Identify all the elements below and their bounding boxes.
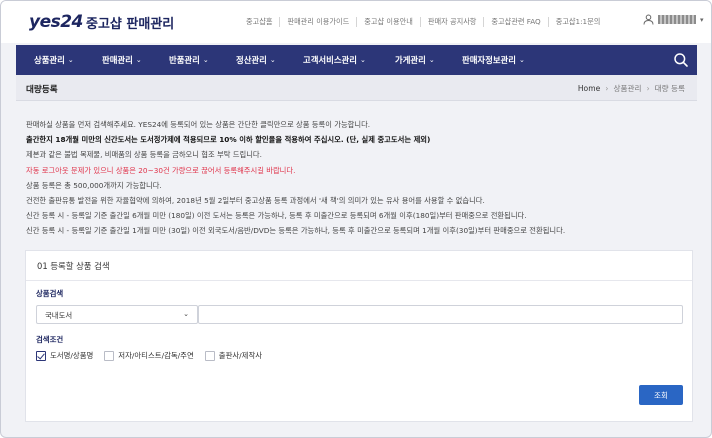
notice-line: 건전한 출판유통 발전을 위한 자율협약에 의하여, 2018년 5월 2일부터…	[26, 196, 485, 206]
notice-line: 판매하실 상품을 먼저 검색해주세요. YES24에 등록되어 있는 상품은 간…	[26, 120, 371, 129]
search-input[interactable]	[198, 305, 683, 324]
nav-item-settlement[interactable]: 정산관리 ⌄	[236, 54, 276, 66]
notice-line-warning: 자동 로그아웃 문제가 있으니 상품은 20~30건 가량으로 끊어서 등록해주…	[26, 165, 296, 175]
checkbox[interactable]	[104, 350, 115, 361]
notice-line-bold: 출간한지 18개월 미만의 신간도서는 도서정가제에 적용되므로 10% 이하 …	[26, 135, 431, 145]
condition-publisher[interactable]: 출판사/제작사	[204, 350, 263, 361]
main-nav: 상품관리 ⌄ 판매관리 ⌄ 반품관리 ⌄ 정산관리 ⌄ 고객서비스관리 ⌄ 가게관리 ⌄ 판…	[16, 45, 697, 75]
notice-line: 상품 등록은 총 500,000개까지 가능합니다.	[26, 180, 162, 190]
product-search-label: 상품검색	[36, 289, 64, 298]
nav-item-sales[interactable]: 판매관리 ⌄	[102, 54, 142, 66]
top-header: yes24 중고샵 판매관리 중고샵홈 판매관리 이용가이드 중고샵 이용안내 …	[1, 1, 711, 43]
search-submit-button[interactable]: 조회	[639, 385, 683, 405]
nav-item-seller-info[interactable]: 판매자정보관리 ⌄	[462, 54, 525, 66]
nav-item-label: 반품관리	[169, 55, 200, 65]
nav-item-product[interactable]: 상품관리 ⌄	[34, 54, 74, 66]
breadcrumb: Home › 상품관리 › 대량 등록	[578, 83, 685, 94]
chevron-down-icon: ⌄	[428, 56, 435, 64]
nav-item-label: 판매관리	[102, 55, 133, 65]
chevron-right-icon: ›	[605, 84, 609, 93]
nav-item-returns[interactable]: 반품관리 ⌄	[169, 54, 209, 66]
yes24-logo[interactable]: yes24	[29, 12, 83, 32]
category-select[interactable]: 국내도서 ⌄	[36, 305, 198, 324]
panel-title: 01 등록할 상품 검색	[37, 261, 110, 271]
chevron-down-icon: ⌄	[359, 56, 366, 64]
checkbox-label: 저자/아티스트/감독/주연	[118, 351, 194, 360]
brand-title[interactable]: 중고샵 판매관리	[86, 13, 174, 32]
search-conditions: 도서명/상품명 저자/아티스트/감독/주연 출판사/제작사	[36, 350, 262, 361]
checkbox-label: 도서명/상품명	[50, 351, 94, 360]
chevron-down-icon: ⌄	[67, 56, 74, 64]
notice-line: 제본과 같은 불법 복제물, 비매품의 상품 등록을 금하오니 협조 부탁 드립…	[26, 150, 262, 160]
chevron-down-icon: ⌄	[135, 56, 142, 64]
nav-item-label: 고객서비스관리	[303, 55, 357, 65]
checkbox-label: 출판사/제작사	[218, 351, 263, 360]
chevron-down-icon: ⌄	[202, 56, 209, 64]
condition-author[interactable]: 저자/아티스트/감독/주연	[104, 350, 194, 361]
breadcrumb-product[interactable]: 상품관리	[613, 83, 641, 94]
checkbox-checked[interactable]	[36, 350, 46, 361]
chevron-down-icon: ⌄	[269, 56, 276, 64]
nav-item-store[interactable]: 가게관리 ⌄	[395, 54, 435, 66]
top-links: 중고샵홈 판매관리 이용가이드 중고샵 이용안내 판매자 공지사항 중고샵관련 …	[239, 17, 607, 27]
app-window: yes24 중고샵 판매관리 중고샵홈 판매관리 이용가이드 중고샵 이용안내 …	[0, 0, 712, 438]
condition-title[interactable]: 도서명/상품명	[36, 350, 93, 361]
top-link-guide[interactable]: 판매관리 이용가이드	[280, 17, 358, 27]
notice-line: 신간 등록 시 - 등록일 기준 출간일 6개월 미만 (180일) 이전 도서…	[26, 211, 527, 221]
user-menu[interactable]: ▾	[643, 14, 704, 25]
search-panel: 01 등록할 상품 검색 상품검색 국내도서 ⌄ 검색조건 도서명/상품명 저자…	[25, 250, 693, 422]
nav-item-label: 판매자정보관리	[462, 55, 516, 65]
nav-item-label: 정산관리	[236, 55, 267, 65]
chevron-down-icon: ⌄	[518, 56, 525, 64]
category-select-value: 국내도서	[45, 311, 73, 320]
chevron-down-icon: ▾	[700, 15, 704, 24]
nav-item-customer-service[interactable]: 고객서비스관리 ⌄	[303, 54, 366, 66]
top-link-notice[interactable]: 판매자 공지사항	[421, 17, 485, 27]
user-icon	[643, 14, 654, 25]
chevron-right-icon: ›	[646, 84, 650, 93]
page-title: 대량등록	[26, 85, 58, 95]
checkbox[interactable]	[204, 350, 215, 361]
top-link-faq[interactable]: 중고샵관련 FAQ	[484, 17, 549, 27]
top-link-shop-home[interactable]: 중고샵홈	[239, 17, 281, 27]
user-name-masked	[658, 15, 696, 24]
chevron-down-icon: ⌄	[183, 310, 189, 318]
panel-header: 01 등록할 상품 검색	[26, 251, 692, 281]
notice-block: 판매하실 상품을 먼저 검색해주세요. YES24에 등록되어 있는 상품은 간…	[26, 117, 696, 239]
nav-item-label: 상품관리	[34, 55, 65, 65]
page-header: 대량등록 Home › 상품관리 › 대량 등록	[16, 75, 697, 101]
search-icon[interactable]	[673, 52, 689, 68]
notice-line: 신간 등록 시 - 등록일 기준 출간일 1개월 미만 (30일) 이전 외국도…	[26, 226, 566, 236]
conditions-label: 검색조건	[36, 335, 64, 344]
breadcrumb-home[interactable]: Home	[578, 84, 600, 93]
top-link-usage[interactable]: 중고샵 이용안내	[357, 17, 421, 27]
top-link-inquiry[interactable]: 중고샵1:1문의	[549, 17, 608, 27]
nav-item-label: 가게관리	[395, 55, 426, 65]
breadcrumb-current: 대량 등록	[654, 84, 685, 93]
